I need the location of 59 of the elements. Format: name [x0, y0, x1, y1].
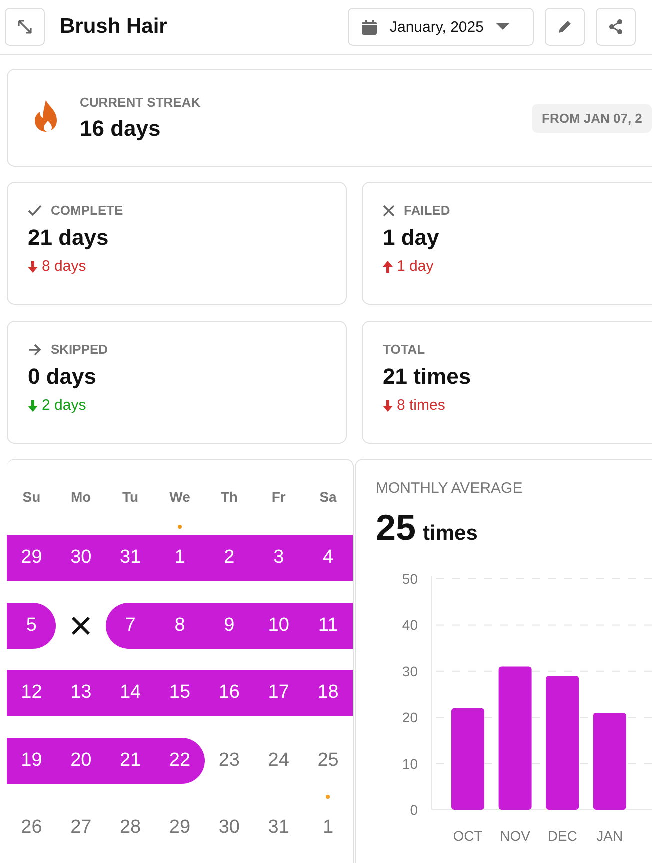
cross-icon	[383, 204, 395, 216]
streak-label: CURRENT STREAK	[80, 94, 202, 110]
calendar-day[interactable]: 27	[56, 795, 106, 851]
stat-value: 21 days	[28, 225, 110, 251]
stat-change: 1 day	[397, 258, 434, 275]
expand-icon	[16, 18, 34, 36]
calendar-day[interactable]: 24	[254, 728, 304, 784]
calendar-day[interactable]: 23	[204, 728, 254, 784]
check-icon	[28, 204, 42, 218]
x-tick-label: NOV	[500, 828, 530, 844]
calendar-day[interactable]: 1	[304, 795, 353, 851]
calendar-day[interactable]: 29	[155, 795, 205, 851]
stat-value: 0 days	[28, 364, 98, 390]
average-value: 25	[376, 507, 416, 549]
share-button[interactable]	[596, 8, 636, 46]
calendar-day[interactable]: 30	[204, 795, 254, 851]
weekday-label: Mo	[70, 489, 92, 507]
calendar-day[interactable]: 28	[106, 795, 156, 851]
arrow-right-icon	[28, 344, 42, 356]
x-tick-label: DEC	[548, 828, 578, 844]
y-tick-label: 30	[402, 663, 418, 680]
cross-icon	[71, 616, 92, 636]
calendar-day[interactable]: 26	[7, 795, 56, 851]
average-unit: times	[423, 522, 478, 546]
streak-start-badge: FROM JAN 07, 2	[532, 104, 652, 132]
stat-label: COMPLETE	[51, 203, 124, 218]
calendar-day[interactable]: 31	[254, 795, 304, 851]
share-icon	[608, 19, 624, 35]
caret-icon	[496, 23, 510, 31]
stat-label: FAILED	[404, 203, 450, 218]
y-tick-label: 50	[402, 571, 418, 587]
weekday-label: Sa	[318, 489, 338, 507]
stat-value: 1 day	[383, 225, 440, 251]
y-tick-label: 0	[410, 802, 418, 818]
chart-title: MONTHLY AVERAGE	[376, 480, 524, 497]
month-picker[interactable]: January, 2025	[348, 8, 534, 46]
pencil-icon	[557, 19, 573, 35]
y-tick-label: 40	[402, 617, 418, 634]
weekday-label: Fr	[270, 489, 287, 507]
weekday-label: We	[168, 489, 192, 507]
stat-label: SKIPPED	[51, 342, 108, 357]
stat-value: 21 times	[383, 364, 472, 390]
streak-value: 16 days	[80, 116, 162, 142]
weekday-label: Su	[22, 489, 42, 507]
stat-change: 8 times	[397, 397, 446, 414]
x-tick-label: JAN	[596, 828, 624, 844]
expand-button[interactable]	[5, 8, 45, 46]
x-tick-label: OCT	[453, 828, 483, 844]
stat-label: TOTAL	[383, 342, 426, 357]
y-tick-label: 10	[402, 756, 418, 772]
weekday-label: Tu	[122, 489, 140, 507]
weekday-label: Th	[220, 489, 239, 507]
habit-title: Brush Hair	[60, 15, 168, 39]
edit-button[interactable]	[545, 8, 585, 46]
calendar-day[interactable]: 25	[304, 728, 353, 784]
stat-change: 8 days	[42, 258, 86, 275]
calendar-icon	[361, 18, 378, 36]
y-tick-label: 20	[402, 710, 418, 726]
stat-change: 2 days	[42, 397, 86, 414]
